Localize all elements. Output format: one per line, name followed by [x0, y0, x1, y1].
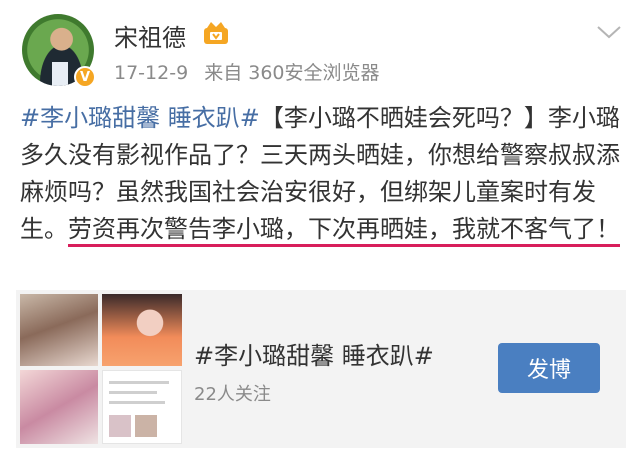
post-button[interactable]: 发博 [498, 343, 600, 393]
post-source[interactable]: 来自 360安全浏览器 [204, 62, 379, 84]
post-meta: 17-12-9 来自 360安全浏览器 [114, 58, 390, 85]
topic-followers: 22人关注 [194, 384, 271, 405]
thumbnail-article [102, 370, 182, 444]
chevron-down-icon[interactable] [596, 24, 622, 40]
thumbnail-line [109, 391, 157, 394]
vip-crown-icon[interactable] [202, 20, 230, 46]
hashtag-link[interactable]: #李小璐甜馨 睡衣趴# [20, 104, 260, 132]
thumbnail-mother-child [20, 370, 98, 444]
post-body: #李小璐甜馨 睡衣趴#【李小璐不晒娃会死吗？】李小璐多久没有影视作品了？三天两头… [20, 100, 628, 248]
avatar-shirt [52, 62, 68, 86]
topic-card[interactable]: #李小璐甜馨 睡衣趴# 22人关注 发博 [16, 290, 626, 448]
thumbnail-line [109, 401, 165, 404]
post-header: V 宋祖德 17-12-9 来自 360安全浏览器 [0, 0, 640, 92]
thumbnail-portrait [102, 294, 182, 366]
post-timestamp: 17-12-9 [114, 62, 189, 84]
thumbnail-group-photo [20, 294, 98, 366]
post-text-underlined: 劳资再次警告李小璐，下次再晒娃，我就不客气了！ [68, 215, 620, 243]
topic-thumbnail-grid [20, 294, 182, 444]
verified-badge-icon: V [74, 66, 96, 88]
username[interactable]: 宋祖德 [114, 18, 186, 53]
thumbnail-image [109, 415, 131, 437]
topic-title[interactable]: #李小璐甜馨 睡衣趴# [194, 336, 434, 371]
thumbnail-line [109, 381, 169, 384]
thumbnail-image [135, 415, 157, 437]
